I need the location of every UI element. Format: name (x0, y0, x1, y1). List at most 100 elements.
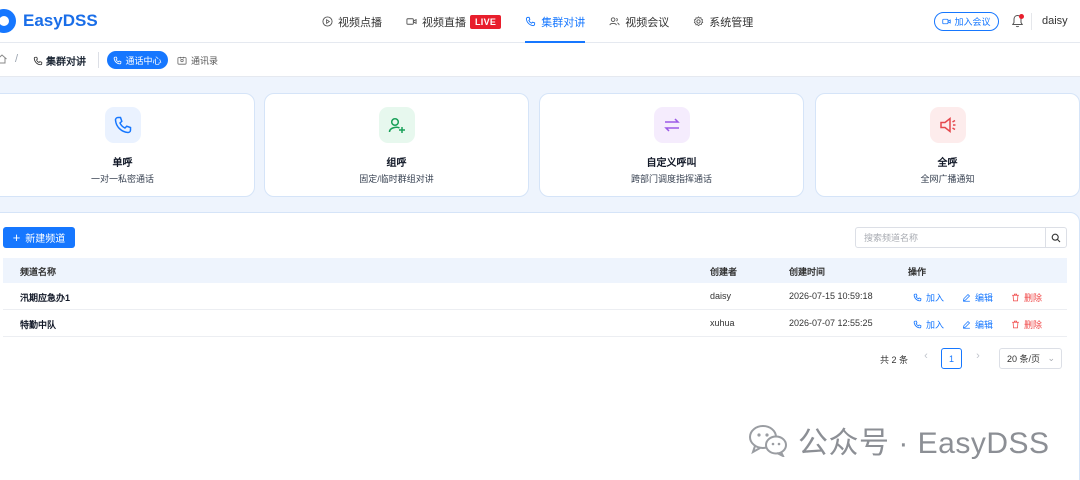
delete-button[interactable]: 删除 (1011, 291, 1042, 304)
edit-icon (963, 293, 971, 302)
nav-item-system[interactable]: 系统管理 (693, 0, 753, 43)
breadcrumb: / 集群对讲 通话中心 通讯录 (0, 43, 1080, 77)
breadcrumb-separator: / (15, 53, 19, 65)
search-icon (1051, 233, 1061, 242)
pagination-total: 共 2 条 (880, 355, 909, 365)
channel-created-time: 2026-07-15 10:59:18 (789, 291, 873, 301)
video-camera-icon (942, 18, 952, 25)
nav-item-label: 集群对讲 (541, 16, 586, 29)
channel-name: 特勤中队 (20, 320, 57, 330)
breadcrumb-section-label: 集群对讲 (46, 57, 86, 68)
nav-item-meeting[interactable]: 视频会议 (609, 0, 669, 43)
page-number-button[interactable]: 1 (941, 348, 962, 369)
nav-item-vod[interactable]: 视频点播 (322, 0, 382, 43)
watermark: 公众号 · EasyDSS (748, 418, 1050, 462)
search-input[interactable] (856, 228, 1046, 247)
main-nav: 视频点播 视频直播 LIVE 集群对讲 视频会议 系统管理 (322, 0, 777, 43)
tab-contacts[interactable]: 通讯录 (177, 51, 218, 69)
group-add-icon (388, 117, 405, 133)
nav-item-label: 视频直播 (422, 16, 466, 29)
home-icon[interactable] (0, 53, 8, 65)
delete-label: 删除 (1024, 320, 1043, 330)
card-subtitle: 全网广播通知 (920, 174, 975, 184)
edit-button[interactable]: 编辑 (962, 291, 993, 304)
page-size-value: 20 条/页 (1007, 354, 1041, 364)
contacts-icon (177, 56, 187, 65)
plus-icon: + (12, 230, 21, 245)
tab-label: 通话中心 (125, 55, 162, 66)
new-channel-label: 新建频道 (25, 234, 66, 245)
page-size-select[interactable]: 20 条/页 ⌄ (999, 348, 1062, 369)
join-button[interactable]: 加入 (913, 291, 944, 304)
user-menu[interactable]: daisy (1042, 15, 1068, 27)
trash-icon (1012, 293, 1019, 302)
breadcrumb-section: 集群对讲 (33, 53, 86, 68)
phone-icon (114, 116, 131, 134)
table-row: 特勤中队 xuhua 2026-07-07 12:55:25 加入 编辑 删除 (3, 310, 1067, 337)
channel-search (855, 227, 1067, 248)
join-label: 加入 (926, 320, 945, 330)
card-title: 单呼 (112, 158, 133, 169)
play-circle-icon (322, 16, 333, 27)
column-header: 创建时间 (789, 267, 826, 277)
video-camera-icon (406, 18, 417, 25)
join-label: 加入 (926, 293, 945, 303)
table-header: 频道名称 创建者 创建时间 操作 (3, 258, 1067, 283)
edit-label: 编辑 (975, 320, 994, 330)
chevron-right-icon[interactable]: › (972, 350, 984, 366)
join-button[interactable]: 加入 (913, 318, 944, 331)
card-broadcast-call[interactable]: 全呼 全网广播通知 (815, 93, 1080, 197)
live-badge: LIVE (470, 14, 502, 29)
divider (1031, 13, 1032, 30)
card-subtitle: 固定/临时群组对讲 (359, 174, 434, 184)
edit-button[interactable]: 编辑 (962, 318, 993, 331)
meeting-icon (609, 17, 620, 26)
channel-creator: xuhua (710, 318, 735, 328)
nav-item-label: 视频点播 (338, 16, 382, 29)
card-icon-wrap (104, 107, 141, 143)
nav-item-label: 系统管理 (709, 16, 754, 29)
card-custom-call[interactable]: 自定义呼叫 跨部门调度指挥通话 (539, 93, 804, 197)
gear-icon (694, 16, 704, 27)
nav-item-label: 视频会议 (625, 16, 670, 29)
app-logo[interactable]: EasyDSS (0, 9, 98, 33)
join-meeting-label: 加入会议 (954, 17, 991, 27)
card-icon-wrap (653, 107, 690, 143)
delete-label: 删除 (1024, 293, 1043, 303)
phone-icon (114, 56, 122, 64)
nav-item-cluster-talk[interactable]: 集群对讲 (525, 0, 586, 43)
nav-item-live[interactable]: 视频直播 LIVE (406, 0, 502, 43)
column-header: 操作 (908, 267, 927, 277)
card-title: 组呼 (386, 158, 407, 169)
chevron-left-icon[interactable]: ‹ (920, 350, 932, 366)
card-title: 自定义呼叫 (646, 158, 697, 169)
card-subtitle: 跨部门调度指挥通话 (630, 174, 712, 184)
phone-icon (913, 320, 922, 329)
edit-icon (963, 320, 971, 329)
swap-arrows-icon (663, 118, 680, 132)
search-button[interactable] (1045, 228, 1066, 247)
channel-creator: daisy (710, 291, 732, 301)
card-subtitle: 一对一私密通话 (90, 174, 154, 184)
card-title: 全呼 (937, 158, 958, 169)
logo-icon (0, 9, 16, 33)
channel-name: 汛期应急办1 (20, 293, 71, 303)
megaphone-icon (939, 116, 955, 134)
join-meeting-button[interactable]: 加入会议 (934, 12, 999, 31)
tab-label: 通讯录 (191, 55, 219, 66)
card-single-call[interactable]: 单呼 一对一私密通话 (0, 93, 255, 197)
notification-dot (1019, 14, 1024, 19)
divider (98, 52, 99, 68)
delete-button[interactable]: 删除 (1011, 318, 1042, 331)
column-header: 创建者 (710, 267, 738, 277)
wechat-icon (749, 425, 787, 457)
phone-icon (33, 56, 43, 65)
phone-icon (526, 16, 536, 27)
edit-label: 编辑 (975, 293, 994, 303)
new-channel-button[interactable]: + 新建频道 (3, 227, 75, 248)
card-icon-wrap (378, 107, 415, 143)
card-group-call[interactable]: 组呼 固定/临时群组对讲 (264, 93, 529, 197)
trash-icon (1012, 320, 1019, 329)
tab-call-center[interactable]: 通话中心 (107, 51, 168, 69)
top-navbar: EasyDSS 视频点播 视频直播 LIVE 集群对讲 视频会议 系统管理 加入… (0, 0, 1080, 43)
